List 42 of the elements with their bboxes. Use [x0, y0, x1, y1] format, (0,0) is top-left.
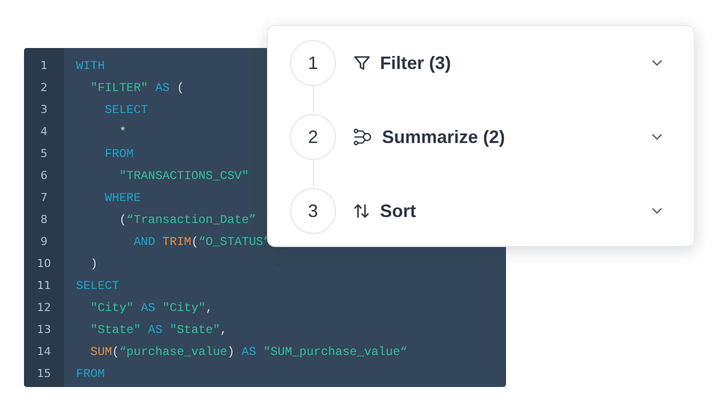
line-number: 12 — [36, 300, 52, 316]
line-number: 7 — [40, 190, 48, 206]
step-number: 3 — [290, 188, 336, 234]
code-line: * — [118, 124, 126, 141]
code-line: SELECT — [76, 278, 120, 295]
code-line: (“Transaction_Date” — [118, 212, 256, 229]
chevron-down-icon[interactable] — [651, 59, 663, 67]
code-line: "City" AS "City", — [89, 300, 213, 317]
code-line: SELECT — [104, 102, 148, 119]
chevron-down-icon[interactable] — [651, 207, 663, 215]
line-number: 9 — [40, 234, 48, 250]
step-number: 2 — [290, 114, 336, 160]
summarize-icon — [353, 128, 373, 146]
code-line: ) — [89, 256, 98, 273]
line-number: 3 — [40, 102, 48, 118]
step-title[interactable]: Sort — [380, 200, 416, 222]
step-title[interactable]: Summarize (2) — [382, 126, 506, 148]
line-number: 8 — [40, 212, 48, 228]
line-number: 15 — [36, 366, 52, 382]
chevron-down-icon[interactable] — [651, 133, 663, 141]
line-number: 11 — [36, 278, 52, 294]
code-line: "FILTER" AS ( — [89, 80, 184, 97]
line-number: 6 — [40, 168, 48, 184]
line-number: 2 — [40, 80, 48, 96]
step-title[interactable]: Filter (3) — [380, 52, 452, 74]
code-line: SUM(“purchase_value) AS "SUM_purchase_value“ — [89, 344, 408, 361]
line-number: 14 — [36, 344, 52, 360]
code-line: FROM — [104, 146, 134, 163]
code-line: "TRANSACTIONS_CSV" — [118, 168, 249, 185]
code-line: WITH — [76, 58, 105, 75]
code-line: "State" AS "State", — [89, 322, 228, 339]
code-line: AND TRIM(“O_STATUS” — [132, 234, 270, 251]
line-number: 13 — [36, 322, 52, 338]
line-number: 5 — [40, 146, 48, 162]
sort-icon — [353, 202, 371, 220]
code-line: FROM — [76, 366, 105, 383]
line-number: 4 — [40, 124, 48, 140]
step-number: 1 — [290, 40, 336, 86]
line-number: 10 — [36, 256, 52, 272]
code-line: WHERE — [104, 190, 141, 207]
filter-icon — [353, 54, 371, 72]
line-number: 1 — [40, 58, 48, 74]
